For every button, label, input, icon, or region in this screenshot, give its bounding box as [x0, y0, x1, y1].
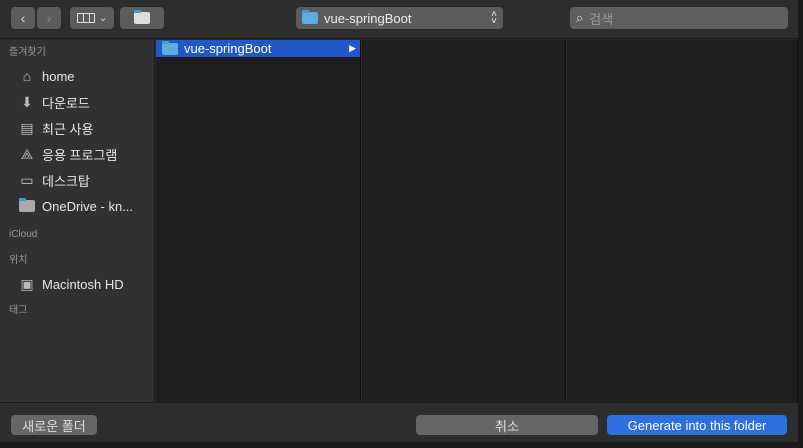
sidebar-item-desktop[interactable]: ▭ 데스크탑 [0, 167, 154, 193]
desktop-icon: ▭ [20, 171, 34, 188]
footer: 새로운 폴더 취소 Generate into this folder [0, 402, 798, 442]
icloud-header: iCloud [9, 229, 38, 240]
item-label: Macintosh HD [42, 276, 124, 292]
folder-icon [162, 40, 178, 55]
item-label: OneDrive - kn... [42, 198, 134, 214]
chevron-down-icon: ⌄ [98, 12, 108, 24]
save-dialog: ‹ › ⌄ vue-springBoot ˄ ˅ ⌕ 검색 즐겨찾기 ⌂ home … [0, 0, 798, 442]
item-label: 데스크탑 [42, 173, 90, 189]
folder-icon [302, 10, 318, 24]
item-label: 응용 프로그램 [42, 147, 118, 163]
sidebar-item-macintosh-hd[interactable]: ▣ Macintosh HD [0, 271, 154, 297]
locations-header: 위치 [9, 255, 28, 266]
view-mode-button[interactable]: ⌄ [70, 7, 114, 29]
search-icon: ⌕ [576, 10, 584, 25]
applications-icon: ⟁ [20, 145, 34, 162]
cancel-button[interactable]: 취소 [416, 415, 598, 435]
browser-column-3 [567, 40, 798, 402]
recent-icon: ▤ [20, 119, 34, 136]
browser-column-2 [362, 40, 566, 402]
folder-icon [18, 197, 36, 215]
house-icon: ⌂ [22, 68, 32, 84]
sidebar-item-recents[interactable]: ▤ 최근 사용 [0, 115, 154, 141]
tags-header: 태그 [9, 305, 28, 316]
toolbar: ‹ › ⌄ vue-springBoot ˄ ˅ ⌕ 검색 [0, 0, 798, 39]
location-label: vue-springBoot [324, 10, 412, 26]
new-folder-icon [134, 10, 150, 24]
search-placeholder: 검색 [589, 11, 614, 27]
sidebar: 즐겨찾기 ⌂ home ⬇ 다운로드 ▤ 최근 사용 ⟁ 응용 프로그램 ▭ 데스크탑 O… [0, 40, 155, 402]
chevron-right-icon: › [46, 10, 52, 26]
columns-icon [76, 13, 95, 23]
updown-chevron-icon: ˄ ˅ [491, 9, 497, 27]
sidebar-item-onedrive[interactable]: OneDrive - kn... [0, 193, 154, 219]
location-popup[interactable]: vue-springBoot ˄ ˅ [296, 7, 503, 29]
disclosure-arrow-icon: ▶ [349, 43, 356, 53]
disk-icon: ▣ [20, 275, 34, 292]
generate-button[interactable]: Generate into this folder [607, 415, 787, 435]
chevron-left-icon: ‹ [20, 10, 26, 26]
item-label: home [42, 68, 75, 84]
forward-button[interactable]: › [37, 7, 61, 29]
new-folder-button[interactable]: 새로운 폴더 [11, 415, 97, 435]
back-button[interactable]: ‹ [11, 7, 35, 29]
browser-column-1: vue-springBoot ▶ [156, 40, 361, 402]
search-input[interactable]: ⌕ 검색 [570, 7, 788, 29]
new-folder-icon-button[interactable] [120, 7, 164, 29]
favorites-header: 즐겨찾기 [9, 47, 46, 58]
sidebar-item-home[interactable]: ⌂ home [0, 63, 154, 89]
list-item-selected[interactable]: vue-springBoot ▶ [156, 40, 360, 57]
item-label: 다운로드 [42, 95, 90, 111]
sidebar-item-applications[interactable]: ⟁ 응용 프로그램 [0, 141, 154, 167]
sidebar-item-downloads[interactable]: ⬇ 다운로드 [0, 89, 154, 115]
download-icon: ⬇ [21, 93, 33, 110]
item-label: 최근 사용 [42, 121, 94, 137]
item-label: vue-springBoot [184, 41, 272, 56]
